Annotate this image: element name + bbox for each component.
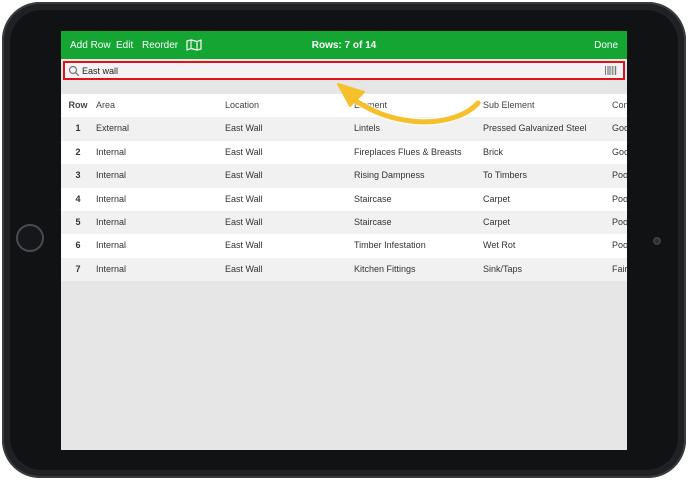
header-location[interactable]: Location xyxy=(225,94,259,117)
search-icon xyxy=(68,65,80,77)
element-cell: Kitchen Fittings xyxy=(354,263,416,274)
location-cell: East Wall xyxy=(225,170,263,181)
sub-element-cell: Wet Rot xyxy=(483,240,516,251)
reorder-button[interactable]: Reorder xyxy=(142,40,178,51)
table-row[interactable]: 6 Internal East Wall Timber Infestation … xyxy=(61,234,627,258)
element-cell: Staircase xyxy=(354,193,392,204)
sub-element-cell: Pressed Galvanized Steel xyxy=(483,123,587,134)
row-number: 4 xyxy=(75,193,81,204)
table-row[interactable]: 7 Internal East Wall Kitchen Fittings Si… xyxy=(61,257,627,282)
condition-cell: Good xyxy=(612,146,627,157)
add-row-button[interactable]: Add Row xyxy=(70,40,111,51)
sub-element-cell: Sink/Taps xyxy=(483,263,523,274)
search-input[interactable] xyxy=(82,64,592,77)
location-cell: East Wall xyxy=(225,146,263,157)
home-button[interactable] xyxy=(16,224,44,252)
row-number: 5 xyxy=(75,216,81,227)
condition-cell: Poor xyxy=(612,170,627,181)
condition-cell: Poor xyxy=(612,193,627,204)
area-cell: Internal xyxy=(96,263,127,274)
camera-icon xyxy=(653,237,661,245)
area-cell: External xyxy=(96,123,130,134)
sub-element-cell: Brick xyxy=(483,146,503,157)
sub-element-cell: Carpet xyxy=(483,216,511,227)
location-cell: East Wall xyxy=(225,263,263,274)
condition-cell: Poor xyxy=(612,240,627,251)
header-row[interactable]: Row xyxy=(61,94,95,117)
location-cell: East Wall xyxy=(225,193,263,204)
app-screen: Rows: 7 of 14 Add Row Edit Reorder Done xyxy=(61,31,627,450)
header-element[interactable]: Element xyxy=(354,94,387,117)
area-cell: Internal xyxy=(96,216,127,227)
table-row[interactable]: 3 Internal East Wall Rising Dampness To … xyxy=(61,164,627,188)
table-row[interactable]: 5 Internal East Wall Staircase Carpet Po… xyxy=(61,210,627,235)
condition-cell: Poor xyxy=(612,216,627,227)
map-icon[interactable] xyxy=(186,39,202,51)
barcode-icon[interactable] xyxy=(605,66,617,75)
row-number: 6 xyxy=(75,240,81,251)
area-cell: Internal xyxy=(96,240,127,251)
table-header-row: Row Area Location Element Sub Element Co… xyxy=(61,94,627,118)
sub-element-cell: Carpet xyxy=(483,193,511,204)
search-bar xyxy=(63,61,625,80)
element-cell: Fireplaces Flues & Breasts xyxy=(354,146,462,157)
table-row[interactable]: 4 Internal East Wall Staircase Carpet Po… xyxy=(61,187,627,211)
element-cell: Rising Dampness xyxy=(354,170,425,181)
element-cell: Timber Infestation xyxy=(354,240,426,251)
condition-cell: Fair xyxy=(612,263,627,274)
header-area[interactable]: Area xyxy=(96,94,115,117)
done-button[interactable]: Done xyxy=(594,40,618,51)
table-row[interactable]: 2 Internal East Wall Fireplaces Flues & … xyxy=(61,140,627,165)
sub-element-cell: To Timbers xyxy=(483,170,528,181)
condition-cell: Good xyxy=(612,123,627,134)
toolbar: Rows: 7 of 14 Add Row Edit Reorder Done xyxy=(61,31,627,59)
header-sub-element[interactable]: Sub Element xyxy=(483,94,535,117)
row-number: 2 xyxy=(75,146,81,157)
results-table: Row Area Location Element Sub Element Co… xyxy=(61,94,627,282)
element-cell: Lintels xyxy=(354,123,381,134)
header-condition[interactable]: Condition xyxy=(612,94,627,117)
spacer xyxy=(61,81,627,95)
location-cell: East Wall xyxy=(225,123,263,134)
area-cell: Internal xyxy=(96,193,127,204)
row-number: 1 xyxy=(75,123,81,134)
table-row[interactable]: 1 External East Wall Lintels Pressed Gal… xyxy=(61,117,627,141)
area-cell: Internal xyxy=(96,146,127,157)
area-cell: Internal xyxy=(96,170,127,181)
row-number: 7 xyxy=(75,263,81,274)
location-cell: East Wall xyxy=(225,240,263,251)
element-cell: Staircase xyxy=(354,216,392,227)
location-cell: East Wall xyxy=(225,216,263,227)
edit-button[interactable]: Edit xyxy=(116,40,133,51)
row-number: 3 xyxy=(75,170,81,181)
